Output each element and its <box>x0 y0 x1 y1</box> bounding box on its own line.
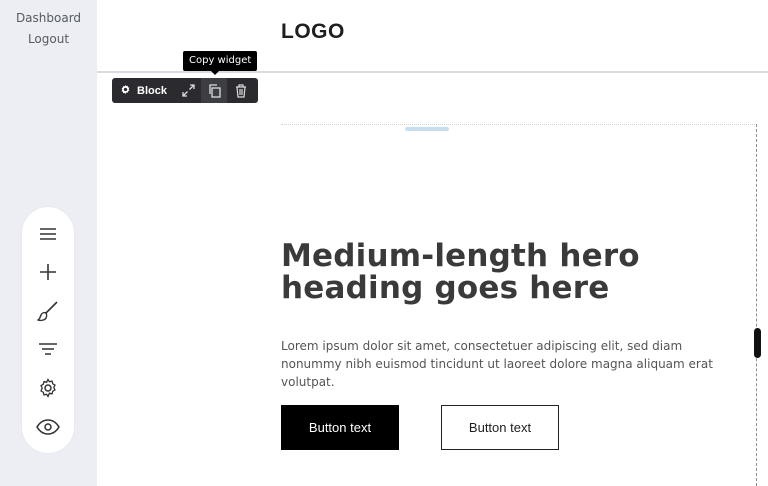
tool-palette <box>22 207 74 453</box>
block-settings-button[interactable]: Block <box>112 78 172 103</box>
dashboard-link[interactable]: Dashboard <box>0 11 97 25</box>
header-divider <box>97 71 768 73</box>
logout-link[interactable]: Logout <box>0 32 97 46</box>
hero-heading[interactable]: Medium-length hero heading goes here <box>281 240 751 304</box>
logo[interactable]: LOGO <box>281 20 345 44</box>
filter-icon[interactable] <box>36 338 60 362</box>
expand-icon[interactable] <box>175 78 201 103</box>
gear-icon <box>120 82 131 100</box>
trash-icon[interactable] <box>228 78 254 103</box>
hero-body-text[interactable]: Lorem ipsum dolor sit amet, consectetuer… <box>281 337 741 391</box>
gear-icon[interactable] <box>36 376 60 400</box>
resize-handle[interactable] <box>754 328 761 358</box>
section-top-outline <box>281 124 757 125</box>
block-toolbar: Block <box>112 78 258 103</box>
secondary-button[interactable]: Button text <box>441 405 559 450</box>
section-right-outline <box>756 124 757 486</box>
eye-icon[interactable] <box>36 415 60 439</box>
plus-icon[interactable] <box>36 260 60 284</box>
sidebar: Dashboard Logout <box>0 0 97 486</box>
copy-icon[interactable] <box>201 78 227 103</box>
primary-button[interactable]: Button text <box>281 405 399 450</box>
block-label: Block <box>137 84 167 97</box>
brush-icon[interactable] <box>36 299 60 323</box>
drop-indicator <box>405 127 449 131</box>
menu-icon[interactable] <box>36 222 60 246</box>
copy-widget-tooltip: Copy widget <box>183 51 258 75</box>
